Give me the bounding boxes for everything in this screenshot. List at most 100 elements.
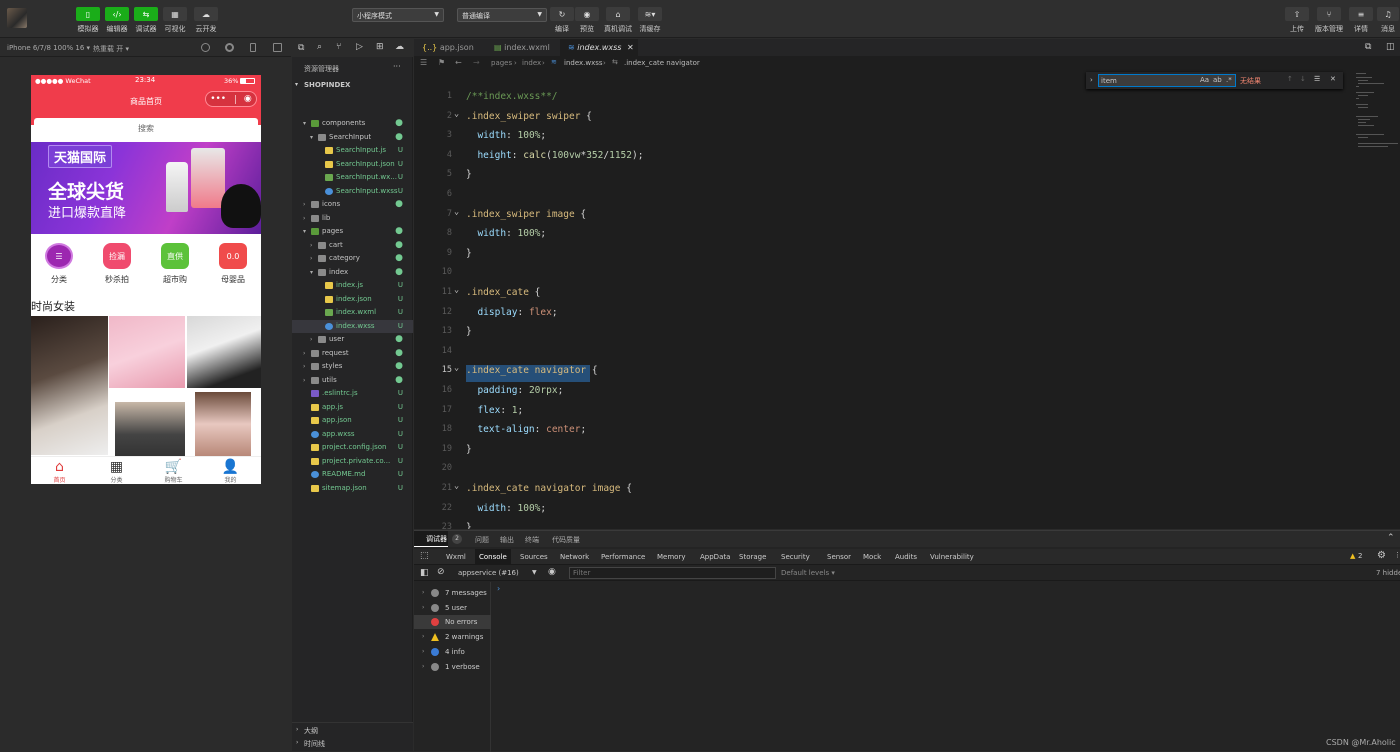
console-filter-item[interactable]: › 7 messages	[414, 586, 491, 600]
tree-item[interactable]: app.json U	[292, 414, 413, 427]
product-image[interactable]	[187, 316, 261, 388]
context-select[interactable]: appservice (#16) ▼	[454, 567, 539, 579]
panel-tab-wxml[interactable]: Wxml	[442, 549, 470, 565]
eye-icon[interactable]: ◉	[548, 567, 556, 577]
panel-tab-vulnerability[interactable]: Vulnerability	[926, 549, 978, 565]
chevron-right-icon[interactable]: ›	[310, 252, 312, 265]
chevron-down-icon[interactable]: ▾	[310, 266, 313, 279]
tab-code-quality[interactable]: 代码质量	[552, 535, 580, 545]
mode-select[interactable]: 小程序模式 ▼	[352, 8, 444, 22]
tree-item[interactable]: › styles ●	[292, 360, 413, 373]
category-item[interactable]: 直供 超市购	[150, 243, 200, 285]
code-line[interactable]: }	[466, 522, 472, 529]
chevron-right-icon[interactable]: ›	[422, 601, 424, 615]
chevron-right-icon[interactable]: ›	[303, 374, 305, 387]
tab-output[interactable]: 输出	[500, 535, 514, 545]
user-avatar[interactable]	[7, 8, 27, 28]
forward-icon[interactable]: →	[473, 58, 480, 67]
panel-tab-console[interactable]: Console	[475, 549, 511, 565]
rotate-icon[interactable]	[201, 43, 210, 52]
code-line[interactable]: .index_cate navigator {	[466, 365, 598, 376]
arrow-down-icon[interactable]: ↓	[1300, 75, 1306, 83]
panel-tab-network[interactable]: Network	[556, 549, 593, 565]
code-line[interactable]: padding: 20rpx;	[466, 385, 563, 396]
breadcrumb-item[interactable]: index.wxss	[564, 59, 603, 67]
cloud-dev-button[interactable]: ☁ 云开发	[193, 7, 219, 42]
chevron-right-icon[interactable]: ›	[422, 630, 424, 644]
panel-tab-appdata[interactable]: AppData	[696, 549, 734, 565]
search-input[interactable]: 搜索	[34, 118, 258, 139]
tree-item[interactable]: .eslintrc.js U	[292, 387, 413, 400]
promo-banner[interactable]: 天猫国际 全球尖货 进口爆款直降	[31, 142, 261, 234]
tab-home[interactable]: ⌂ 首页	[31, 459, 88, 484]
chevron-down-icon[interactable]: ▾	[310, 131, 313, 144]
code-line[interactable]: width: 100%;	[466, 228, 546, 239]
product-image[interactable]	[109, 390, 185, 456]
tree-item[interactable]: › cart ●	[292, 239, 413, 252]
tree-item[interactable]: › utils ●	[292, 374, 413, 387]
tree-item[interactable]: app.wxss U	[292, 428, 413, 441]
tree-item[interactable]: app.js U	[292, 401, 413, 414]
chevron-right-icon[interactable]: ›	[1090, 76, 1093, 84]
panel-tab-memory[interactable]: Memory	[653, 549, 689, 565]
chevron-right-icon[interactable]: ›	[303, 347, 305, 360]
console-filter-item[interactable]: No errors	[414, 615, 491, 630]
code-line[interactable]: .index_cate navigator image {	[466, 483, 632, 494]
panel-tab-sensor[interactable]: Sensor	[823, 549, 855, 565]
tree-item[interactable]: ▾ index ●	[292, 266, 413, 279]
split-editor-icon[interactable]: ⧉	[1365, 42, 1371, 52]
panel-tab-performance[interactable]: Performance	[597, 549, 649, 565]
tree-item[interactable]: index.json U	[292, 293, 413, 306]
whole-word-icon[interactable]: ab	[1213, 76, 1222, 84]
category-item[interactable]: 捡漏 秒杀拍	[92, 243, 142, 285]
remote-debug-button[interactable]: ⌂ 真机调试	[604, 7, 632, 42]
cloud-icon[interactable]: ☁	[395, 42, 404, 52]
chevron-right-icon[interactable]: ›	[422, 586, 424, 600]
code-line[interactable]: }	[466, 169, 472, 180]
code-line[interactable]: }	[466, 326, 472, 337]
fold-icon[interactable]: ⌄	[454, 207, 462, 217]
panel-tab-audits[interactable]: Audits	[891, 549, 921, 565]
log-levels-select[interactable]: Default levels ▾	[781, 569, 835, 577]
tab-cart[interactable]: 🛒 购物车	[145, 459, 202, 484]
fold-icon[interactable]: ⌄	[454, 363, 462, 373]
product-image[interactable]	[31, 316, 108, 455]
search-icon[interactable]: ⌕	[317, 42, 322, 52]
popout-icon[interactable]	[273, 43, 282, 52]
close-mini-icon[interactable]: ◉	[244, 94, 252, 104]
console-filter-item[interactable]: › 2 warnings	[414, 630, 491, 644]
tree-item[interactable]: sitemap.json U	[292, 482, 413, 495]
tree-item[interactable]: project.config.json U	[292, 441, 413, 454]
source-control-icon[interactable]: ⑂	[336, 42, 341, 52]
filter-input[interactable]	[569, 567, 776, 579]
find-in-selection-icon[interactable]: ☰	[1314, 75, 1320, 83]
fold-icon[interactable]: ⌄	[454, 109, 462, 119]
code-line[interactable]: }	[466, 444, 472, 455]
tab-index-wxss[interactable]: ≋ index.wxss ✕	[560, 39, 638, 56]
panel-tab-mock[interactable]: Mock	[859, 549, 885, 565]
chevron-right-icon[interactable]: ›	[310, 333, 312, 346]
tree-item[interactable]: › icons ●	[292, 198, 413, 211]
project-name[interactable]: SHOPINDEX	[304, 81, 350, 89]
tree-item[interactable]: › user ●	[292, 333, 413, 346]
fold-icon[interactable]: ⌄	[454, 285, 462, 295]
visual-button[interactable]: ▦ 可视化	[162, 7, 188, 42]
chevron-right-icon[interactable]: ›	[303, 212, 305, 225]
product-image[interactable]	[109, 316, 185, 388]
code-line[interactable]: .index_swiper image {	[466, 209, 586, 220]
preview-button[interactable]: ◉ 预览	[574, 7, 600, 42]
inspect-icon[interactable]: ⬚	[420, 551, 429, 561]
list-icon[interactable]: ☰	[420, 58, 427, 67]
breadcrumb-item[interactable]: index	[522, 59, 541, 67]
chevron-down-icon[interactable]: ▾	[303, 117, 306, 130]
code-line[interactable]: text-align: center;	[466, 424, 586, 435]
tab-debugger[interactable]: 调试器	[414, 531, 448, 547]
device-select[interactable]: iPhone 6/7/8 100% 16 ▾	[7, 44, 90, 52]
chevron-right-icon[interactable]: ›	[422, 660, 424, 674]
chevron-right-icon[interactable]: ›	[296, 726, 298, 733]
outline-panel[interactable]: 大纲	[304, 726, 318, 736]
tree-item[interactable]: › category ●	[292, 252, 413, 265]
code-line[interactable]: }	[466, 248, 472, 259]
more-icon[interactable]: ···	[393, 62, 401, 71]
tree-item[interactable]: SearchInput.wxss U	[292, 185, 413, 198]
